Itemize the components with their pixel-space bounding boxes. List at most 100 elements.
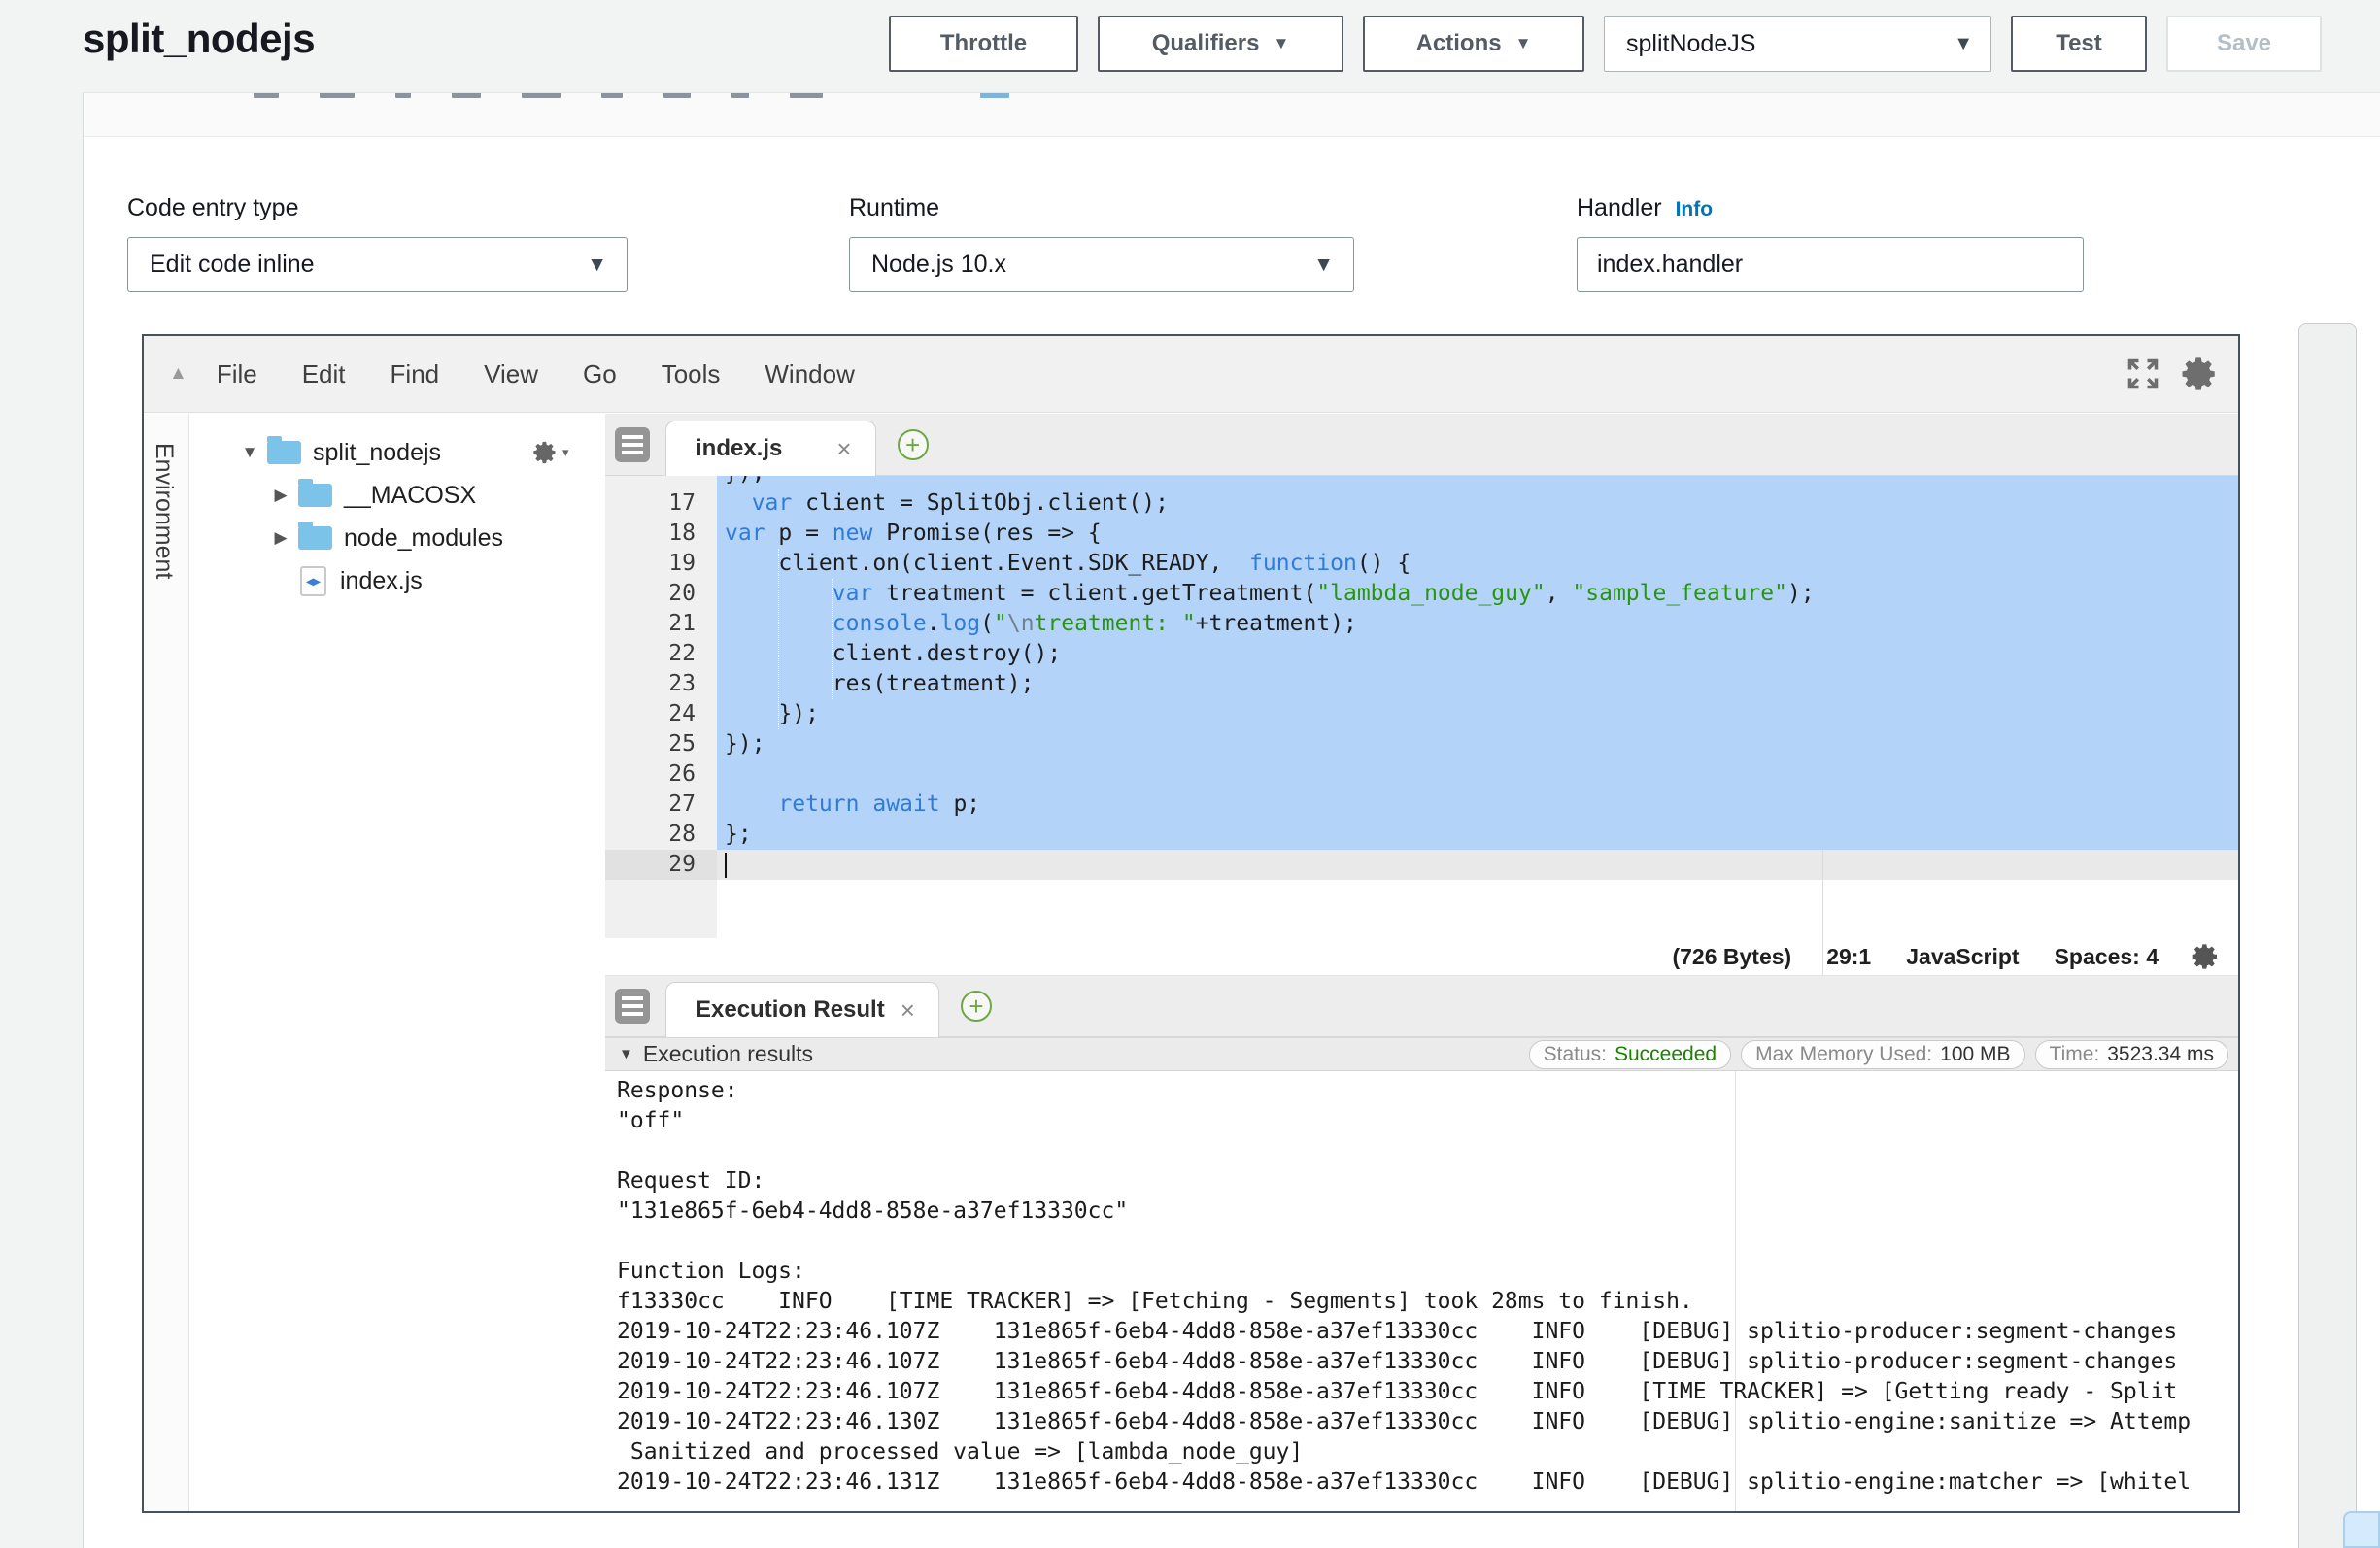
tree-expand-caret-icon[interactable]: ▼ — [240, 443, 259, 462]
code-line[interactable]: client.on(client.Event.SDK_READY, functi… — [717, 549, 2238, 579]
line-number: 20 — [605, 579, 717, 609]
menu-item-file[interactable]: File — [217, 359, 257, 389]
code-editor-area[interactable]: 17181920212223242526272829 }); var clien… — [605, 476, 2238, 938]
collapse-results-caret-icon[interactable]: ▼ — [619, 1046, 633, 1062]
line-number: 18 — [605, 519, 717, 549]
log-line — [617, 1136, 2238, 1166]
spaces-status[interactable]: Spaces: 4 — [2055, 944, 2159, 970]
menu-item-edit[interactable]: Edit — [302, 359, 346, 389]
code-line[interactable] — [717, 850, 2238, 880]
tab-indexjs[interactable]: index.js × — [665, 421, 876, 476]
code-line[interactable]: client.destroy(); — [717, 639, 2238, 669]
code-line[interactable]: }); — [717, 476, 2238, 488]
log-line — [617, 1227, 2238, 1257]
file-size-status: (726 Bytes) — [1672, 944, 1791, 970]
language-status[interactable]: JavaScript — [1906, 944, 2019, 970]
line-number: 25 — [605, 729, 717, 759]
text-cursor — [725, 853, 727, 878]
test-button[interactable]: Test — [2011, 16, 2147, 72]
memory-badge-value: 100 MB — [1940, 1043, 2010, 1066]
code-line[interactable]: res(treatment); — [717, 669, 2238, 699]
tree-item-node-modules[interactable]: ▶ node_modules — [189, 517, 605, 559]
tree-item-label: split_nodejs — [313, 439, 441, 467]
tree-item-indexjs[interactable]: ◂▸ index.js — [189, 559, 605, 602]
fullscreen-icon[interactable] — [2122, 353, 2164, 395]
code-line[interactable]: var client = SplitObj.client(); — [717, 488, 2238, 519]
tree-item-label: __MACOSX — [344, 482, 476, 510]
collapse-menubar-icon[interactable]: ▲ — [169, 363, 187, 385]
cursor-position-status[interactable]: 29:1 — [1826, 944, 1871, 970]
throttle-button[interactable]: Throttle — [889, 16, 1078, 72]
code-line[interactable]: }; — [717, 820, 2238, 850]
corner-widget[interactable] — [2343, 1511, 2380, 1548]
chevron-down-icon: ▼ — [1313, 253, 1334, 277]
tab-list-icon[interactable] — [615, 427, 650, 462]
tree-expand-caret-icon[interactable]: ▶ — [271, 528, 290, 548]
page-scrollbar[interactable] — [2298, 323, 2357, 1548]
file-tree-panel: ▼ split_nodejs ▾ ▶ __MACOSX ▶ node — [189, 414, 605, 1511]
test-event-select[interactable]: splitNodeJS ▼ — [1604, 16, 1991, 72]
tree-item-macosx[interactable]: ▶ __MACOSX — [189, 474, 605, 517]
environment-tab[interactable]: Environment — [150, 443, 178, 579]
tree-item-label: node_modules — [344, 524, 503, 553]
close-icon[interactable]: × — [901, 995, 915, 1026]
throttle-button-label: Throttle — [940, 30, 1027, 57]
menu-item-go[interactable]: Go — [583, 359, 617, 389]
line-number: 21 — [605, 609, 717, 639]
test-event-select-value: splitNodeJS — [1626, 30, 1755, 58]
result-tabbar: Execution Result × + — [605, 975, 2238, 1037]
code-line[interactable]: }); — [717, 699, 2238, 729]
log-line: 2019-10-24T22:23:46.107Z 131e865f-6eb4-4… — [617, 1347, 2238, 1377]
tab-label: Execution Result — [696, 996, 885, 1024]
code-line[interactable] — [717, 759, 2238, 790]
handler-info-link[interactable]: Info — [1676, 198, 1713, 220]
status-settings-gear-icon[interactable] — [2188, 939, 2223, 974]
result-badges: Status: Succeeded Max Memory Used: 100 M… — [1529, 1040, 2228, 1069]
code-entry-type-value: Edit code inline — [150, 251, 315, 279]
actions-button[interactable]: Actions ▼ — [1363, 16, 1584, 72]
tree-expand-caret-icon[interactable]: ▶ — [271, 486, 290, 505]
editor-settings-gear-icon[interactable] — [2178, 353, 2221, 395]
memory-badge-label: Max Memory Used: — [1755, 1043, 1932, 1066]
code-lines[interactable]: }); var client = SplitObj.client();var p… — [717, 476, 2238, 880]
log-line: f13330cc INFO [TIME TRACKER] => [Fetchin… — [617, 1287, 2238, 1317]
handler-input[interactable] — [1577, 237, 2084, 292]
qualifiers-button[interactable]: Qualifiers ▼ — [1098, 16, 1343, 72]
menu-item-view[interactable]: View — [484, 359, 538, 389]
execution-log-output[interactable]: Response:"off"Request ID:"131e865f-6eb4-… — [605, 1071, 2238, 1511]
runtime-value: Node.js 10.x — [871, 251, 1006, 279]
tab-execution-result[interactable]: Execution Result × — [665, 982, 939, 1037]
chevron-down-icon: ▾ — [562, 445, 569, 460]
log-line: "off" — [617, 1106, 2238, 1136]
code-line[interactable]: var p = new Promise(res => { — [717, 519, 2238, 549]
menu-item-window[interactable]: Window — [765, 359, 854, 389]
function-name-title: split_nodejs — [83, 16, 315, 62]
menu-item-tools[interactable]: Tools — [662, 359, 721, 389]
code-line[interactable]: var treatment = client.getTreatment("lam… — [717, 579, 2238, 609]
log-lines: Response:"off"Request ID:"131e865f-6eb4-… — [617, 1076, 2238, 1498]
new-tab-icon[interactable]: + — [961, 991, 992, 1022]
code-line[interactable]: console.log("\ntreatment: "+treatment); — [717, 609, 2238, 639]
new-tab-icon[interactable]: + — [898, 429, 929, 460]
log-line: 2019-10-24T22:23:46.130Z 131e865f-6eb4-4… — [617, 1407, 2238, 1437]
memory-badge: Max Memory Used: 100 MB — [1741, 1040, 2024, 1069]
line-number: 27 — [605, 790, 717, 820]
actions-button-label: Actions — [1416, 30, 1502, 57]
close-icon[interactable]: × — [836, 434, 851, 464]
log-line: 2019-10-24T22:23:46.131Z 131e865f-6eb4-4… — [617, 1467, 2238, 1498]
line-number: 17 — [605, 488, 717, 519]
editor-main-column: index.js × + 17181920212223242526272829 … — [605, 414, 2238, 1511]
code-entry-type-select[interactable]: Edit code inline ▼ — [127, 237, 628, 292]
code-line[interactable]: }); — [717, 729, 2238, 759]
runtime-select[interactable]: Node.js 10.x ▼ — [849, 237, 1354, 292]
card-top-strip — [84, 93, 2380, 137]
time-badge-label: Time: — [2050, 1043, 2100, 1066]
tree-settings-gear-icon[interactable]: ▾ — [531, 439, 569, 466]
tab-list-icon[interactable] — [615, 989, 650, 1024]
save-button[interactable]: Save — [2166, 16, 2322, 72]
menu-item-find[interactable]: Find — [391, 359, 440, 389]
code-line[interactable]: return await p; — [717, 790, 2238, 820]
environment-sidebar-strip: Environment — [144, 414, 189, 1511]
tree-item-root[interactable]: ▼ split_nodejs ▾ — [189, 431, 605, 474]
js-file-icon: ◂▸ — [300, 566, 326, 596]
